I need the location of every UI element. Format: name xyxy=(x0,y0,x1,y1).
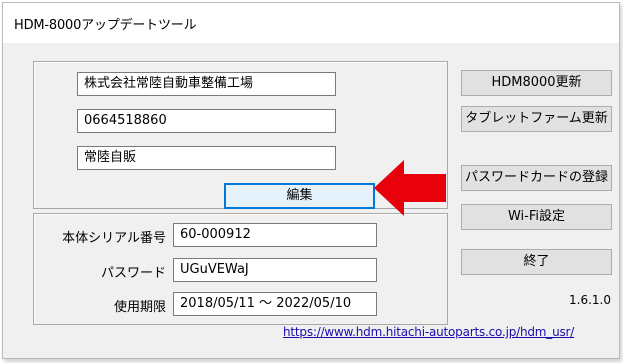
version-label: 1.6.1.0 xyxy=(569,293,611,307)
hdm-update-button[interactable]: HDM8000更新 xyxy=(461,70,612,96)
support-link[interactable]: https://www.hdm.hitachi-autoparts.co.jp/… xyxy=(283,325,574,339)
title-bar: HDM-8000アップデートツール xyxy=(3,3,619,43)
expiry-field[interactable]: 2018/05/11 ～ 2022/05/10 xyxy=(173,292,377,316)
expiry-label: 使用期限 xyxy=(113,300,166,315)
serial-field[interactable]: 60-000912 xyxy=(173,223,377,247)
password-field[interactable]: UGuVEWaJ xyxy=(173,258,377,282)
arrow-left-icon xyxy=(374,160,446,216)
wifi-settings-button[interactable]: Wi-Fi設定 xyxy=(461,204,612,230)
company-name-field[interactable]: 株式会社常陸自動車整備工場 xyxy=(77,72,336,96)
password-label: パスワード xyxy=(100,266,166,281)
serial-label: 本体シリアル番号 xyxy=(62,231,166,246)
tablet-firmware-update-button[interactable]: タブレットファーム更新 xyxy=(461,106,612,132)
short-name-field[interactable]: 常陸自販 xyxy=(77,146,336,170)
window-title: HDM-8000アップデートツール xyxy=(14,18,197,33)
password-card-register-button[interactable]: パスワードカードの登録 xyxy=(461,165,612,191)
edit-button[interactable]: 編集 xyxy=(224,183,375,209)
phone-field[interactable]: 0664518860 xyxy=(77,109,336,133)
app-window: HDM-8000アップデートツール 株式会社常陸自動車整備工場 06645188… xyxy=(2,2,620,359)
exit-button[interactable]: 終了 xyxy=(461,249,612,275)
red-arrow-annotation xyxy=(374,160,446,216)
